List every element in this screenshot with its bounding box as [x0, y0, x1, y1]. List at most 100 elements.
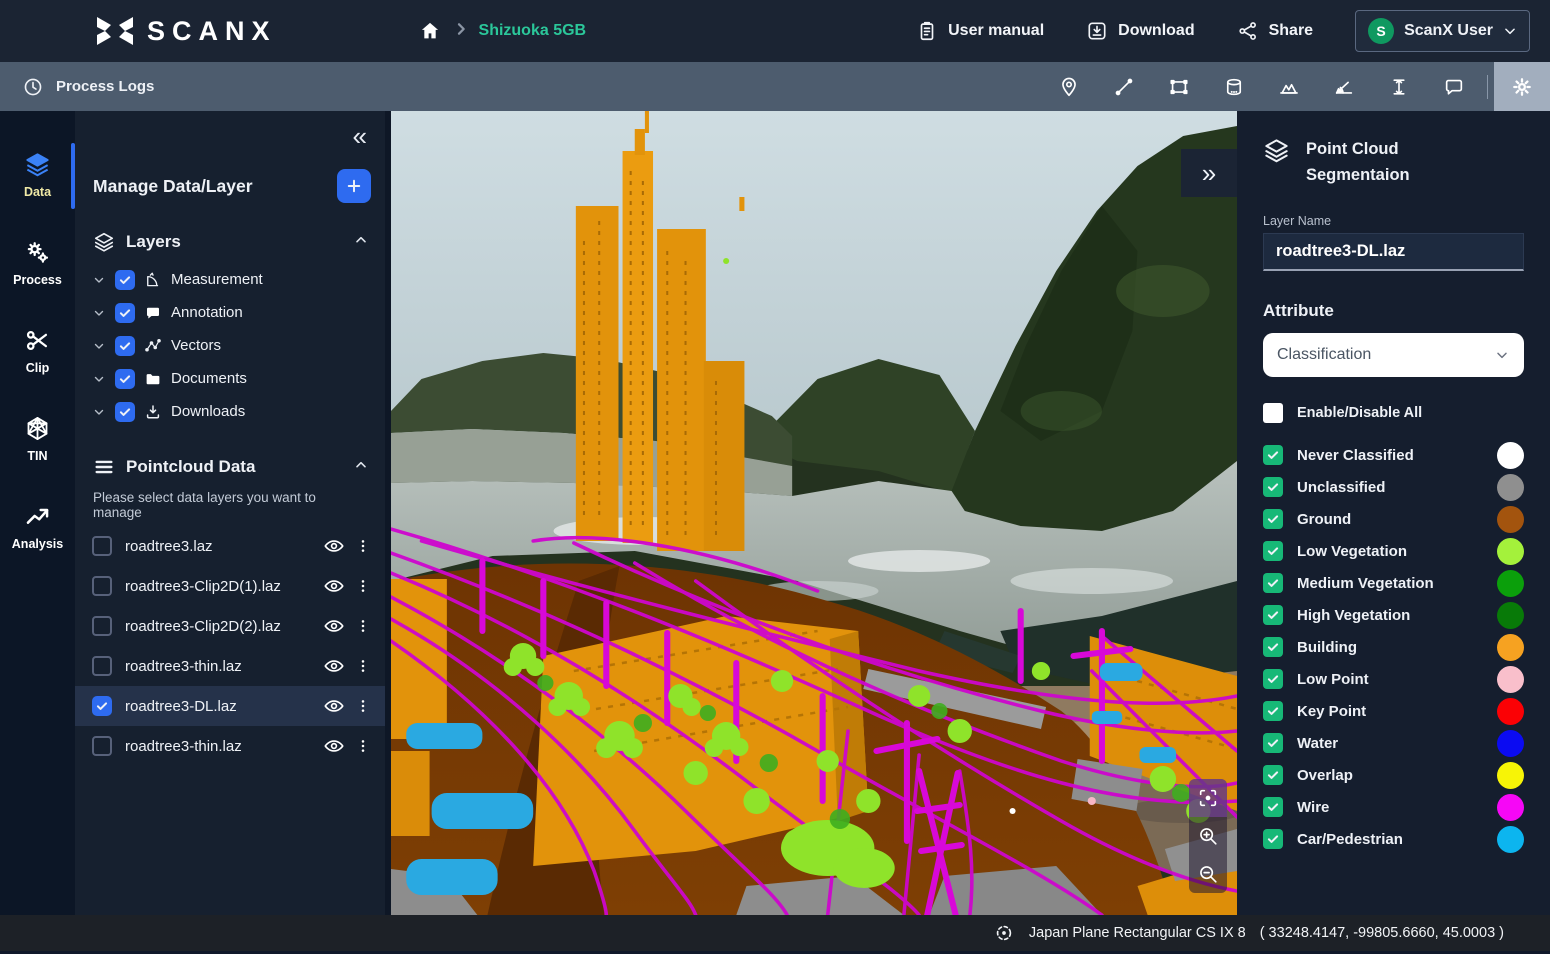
file-checkbox[interactable] [92, 616, 112, 636]
chevron-down-icon[interactable] [92, 273, 106, 287]
zoom-out-button[interactable] [1189, 855, 1227, 893]
file-row[interactable]: roadtree3-thin.laz [75, 646, 385, 686]
kebab-menu-icon[interactable] [353, 736, 373, 756]
classification-row-wire[interactable]: Wire [1263, 791, 1524, 823]
classification-color-swatch[interactable] [1497, 474, 1524, 501]
nav-item-analysis[interactable]: Analysis [0, 497, 75, 557]
classification-row-water[interactable]: Water [1263, 727, 1524, 759]
classification-color-swatch[interactable] [1497, 442, 1524, 469]
layer-checkbox[interactable] [115, 402, 135, 422]
chevron-up-icon[interactable] [353, 232, 369, 253]
annotation-tool[interactable] [1426, 62, 1481, 111]
file-row-selected[interactable]: roadtree3-DL.laz [75, 686, 385, 726]
fit-to-screen-button[interactable] [1189, 779, 1227, 817]
point-measure-tool[interactable] [1041, 62, 1096, 111]
file-row[interactable]: roadtree3-Clip2D(1).laz [75, 566, 385, 606]
kebab-menu-icon[interactable] [353, 536, 373, 556]
classification-row-car-pedestrian[interactable]: Car/Pedestrian [1263, 823, 1524, 855]
classification-row-never-classified[interactable]: Never Classified [1263, 439, 1524, 471]
distance-measure-tool[interactable] [1096, 62, 1151, 111]
classification-checkbox[interactable] [1263, 573, 1283, 593]
classification-checkbox[interactable] [1263, 669, 1283, 689]
classification-row-medium-vegetation[interactable]: Medium Vegetation [1263, 567, 1524, 599]
classification-color-swatch[interactable] [1497, 794, 1524, 821]
classification-checkbox[interactable] [1263, 829, 1283, 849]
layer-checkbox[interactable] [115, 303, 135, 323]
classification-color-swatch[interactable] [1497, 570, 1524, 597]
kebab-menu-icon[interactable] [353, 656, 373, 676]
chevron-down-icon[interactable] [92, 339, 106, 353]
pointcloud-section-header[interactable]: Pointcloud Data [75, 456, 385, 478]
file-checkbox[interactable] [92, 736, 112, 756]
area-measure-tool[interactable] [1151, 62, 1206, 111]
collapse-left-panel-button[interactable]: « [353, 123, 367, 149]
visibility-eye-icon[interactable] [321, 613, 347, 639]
chevron-down-icon[interactable] [92, 372, 106, 386]
classification-color-swatch[interactable] [1497, 602, 1524, 629]
settings-tool[interactable] [1494, 62, 1550, 111]
layers-section-header[interactable]: Layers [75, 231, 385, 253]
classification-color-swatch[interactable] [1497, 666, 1524, 693]
kebab-menu-icon[interactable] [353, 576, 373, 596]
scanx-logo[interactable]: SCANX [95, 15, 277, 47]
visibility-eye-icon[interactable] [321, 693, 347, 719]
classification-checkbox[interactable] [1263, 637, 1283, 657]
layer-group-documents[interactable]: Documents [75, 362, 385, 395]
classification-checkbox[interactable] [1263, 733, 1283, 753]
visibility-eye-icon[interactable] [321, 533, 347, 559]
classification-checkbox[interactable] [1263, 797, 1283, 817]
user-manual-button[interactable]: User manual [916, 20, 1044, 42]
angle-measure-tool[interactable] [1316, 62, 1371, 111]
classification-color-swatch[interactable] [1497, 538, 1524, 565]
user-menu-button[interactable]: S ScanX User [1355, 10, 1530, 52]
classification-color-swatch[interactable] [1497, 826, 1524, 853]
kebab-menu-icon[interactable] [353, 696, 373, 716]
volume-measure-tool[interactable] [1206, 62, 1261, 111]
classification-row-high-vegetation[interactable]: High Vegetation [1263, 599, 1524, 631]
file-row[interactable]: roadtree3-Clip2D(2).laz [75, 606, 385, 646]
add-data-button[interactable] [337, 169, 371, 203]
classification-checkbox[interactable] [1263, 509, 1283, 529]
nav-item-data[interactable]: Data [0, 145, 75, 205]
classification-row-ground[interactable]: Ground [1263, 503, 1524, 535]
classification-color-swatch[interactable] [1497, 506, 1524, 533]
height-measure-tool[interactable] [1371, 62, 1426, 111]
file-checkbox[interactable] [92, 536, 112, 556]
chevron-up-icon[interactable] [353, 457, 369, 478]
enable-all-checkbox[interactable] [1263, 403, 1283, 423]
home-icon[interactable] [417, 18, 443, 44]
layer-group-vectors[interactable]: Vectors [75, 329, 385, 362]
kebab-menu-icon[interactable] [353, 616, 373, 636]
layer-group-downloads[interactable]: Downloads [75, 395, 385, 428]
nav-item-clip[interactable]: Clip [0, 321, 75, 381]
file-row[interactable]: roadtree3.laz [75, 526, 385, 566]
layer-checkbox[interactable] [115, 270, 135, 290]
attribute-select[interactable]: Classification [1263, 333, 1524, 377]
layer-checkbox[interactable] [115, 369, 135, 389]
nav-item-process[interactable]: Process [0, 233, 75, 293]
layer-group-measurement[interactable]: Measurement [75, 263, 385, 296]
classification-color-swatch[interactable] [1497, 634, 1524, 661]
classification-row-key-point[interactable]: Key Point [1263, 695, 1524, 727]
classification-row-low-point[interactable]: Low Point [1263, 663, 1524, 695]
classification-checkbox[interactable] [1263, 477, 1283, 497]
breadcrumb-project[interactable]: Shizuoka 5GB [479, 22, 587, 40]
chevron-down-icon[interactable] [92, 405, 106, 419]
classification-checkbox[interactable] [1263, 765, 1283, 785]
classification-checkbox[interactable] [1263, 701, 1283, 721]
zoom-in-button[interactable] [1189, 817, 1227, 855]
classification-color-swatch[interactable] [1497, 762, 1524, 789]
classification-color-swatch[interactable] [1497, 730, 1524, 757]
enable-disable-all[interactable]: Enable/Disable All [1263, 403, 1524, 423]
classification-checkbox[interactable] [1263, 445, 1283, 465]
file-row[interactable]: roadtree3-thin.laz [75, 726, 385, 766]
layer-checkbox[interactable] [115, 336, 135, 356]
file-checkbox[interactable] [92, 576, 112, 596]
profile-measure-tool[interactable] [1261, 62, 1316, 111]
file-checkbox[interactable] [92, 656, 112, 676]
nav-item-tin[interactable]: TIN [0, 409, 75, 469]
visibility-eye-icon[interactable] [321, 573, 347, 599]
download-button[interactable]: Download [1086, 20, 1194, 42]
classification-row-building[interactable]: Building [1263, 631, 1524, 663]
process-logs-button[interactable]: Process Logs [22, 76, 154, 98]
